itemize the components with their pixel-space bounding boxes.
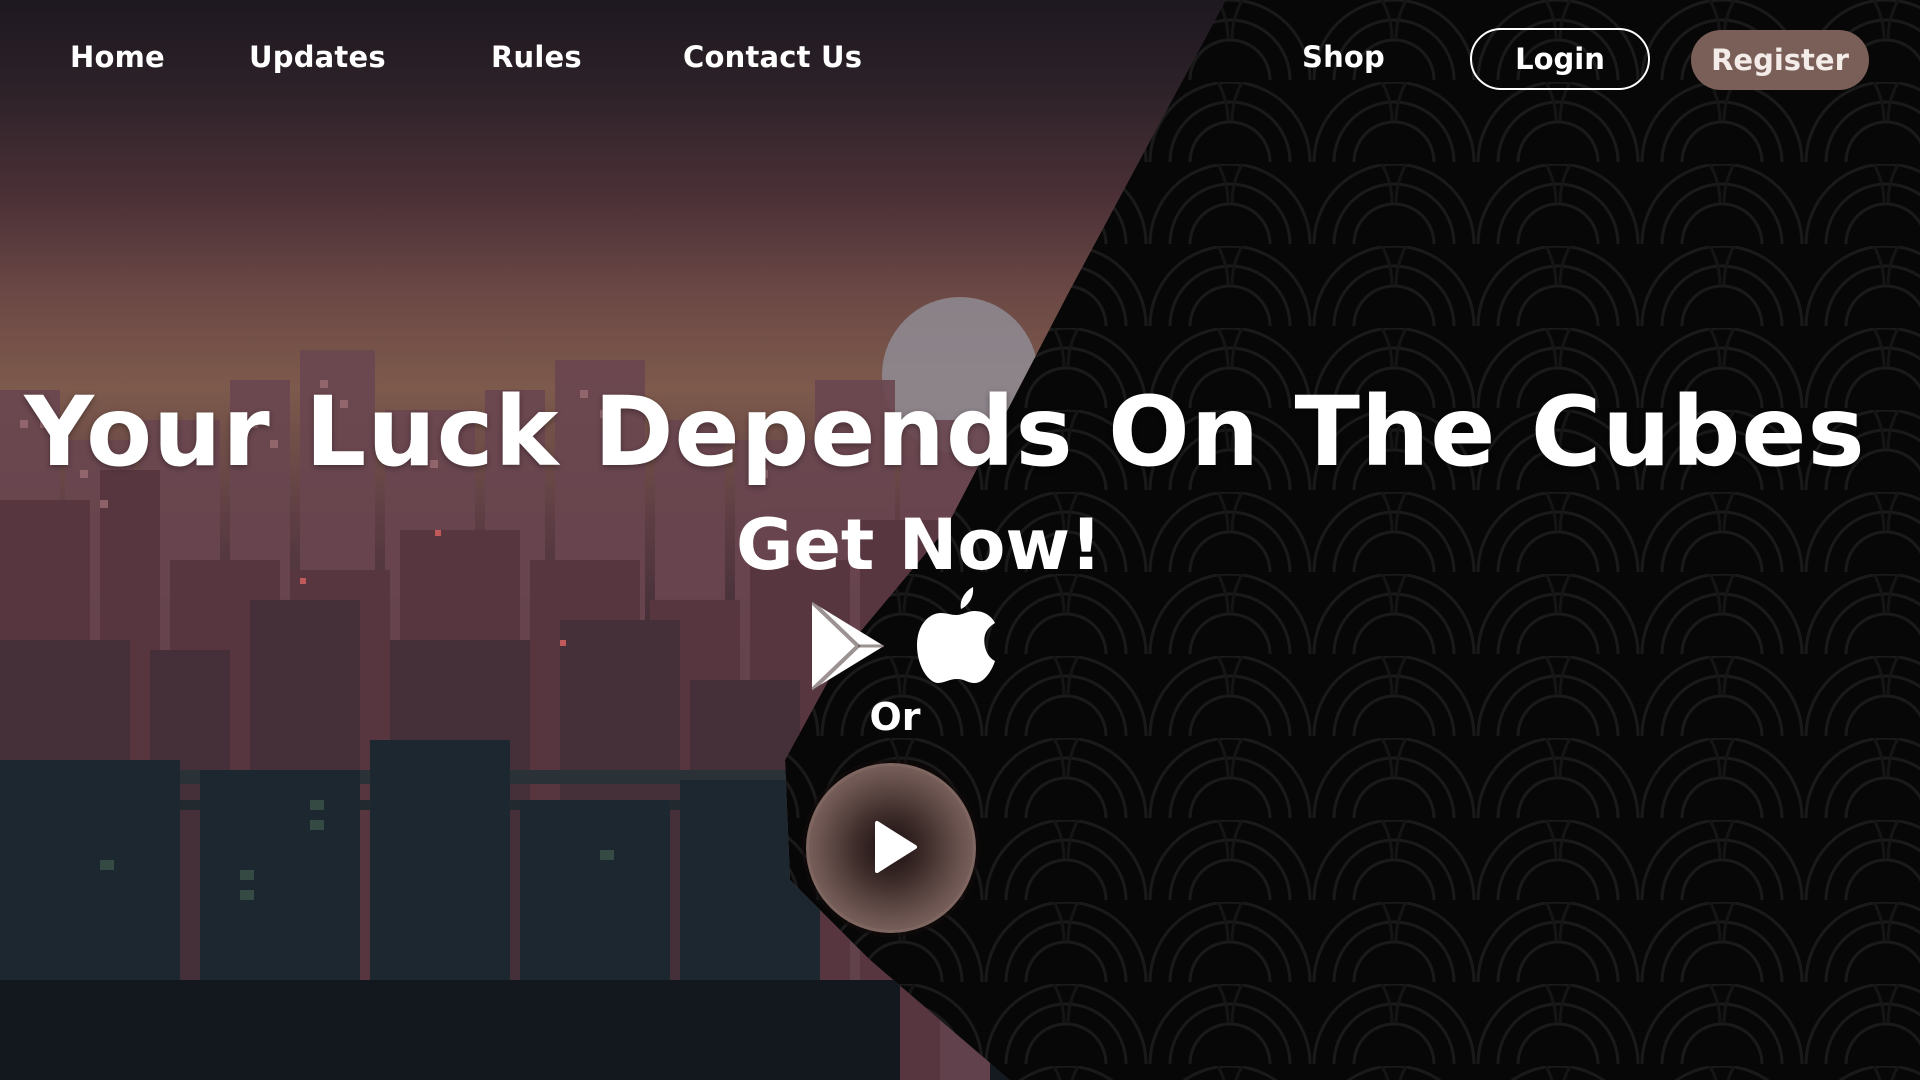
nav-rules-link[interactable]: Rules — [491, 40, 582, 74]
hero-subtitle: Get Now! — [735, 504, 1103, 586]
play-video-button[interactable] — [806, 763, 976, 933]
hero-title: Your Luck Depends On The Cubes — [24, 376, 1866, 488]
google-play-icon[interactable] — [808, 598, 888, 694]
or-label: Or — [869, 695, 921, 739]
nav-contact-link[interactable]: Contact Us — [683, 40, 862, 74]
register-button[interactable]: Register — [1691, 30, 1869, 90]
nav-shop-link[interactable]: Shop — [1302, 40, 1385, 74]
play-icon — [875, 821, 917, 873]
apple-icon[interactable] — [915, 585, 997, 685]
hero-section: Home Updates Rules Contact Us Shop Login… — [0, 0, 1920, 1080]
nav-home-link[interactable]: Home — [70, 40, 165, 74]
nav-updates-link[interactable]: Updates — [249, 40, 386, 74]
login-button[interactable]: Login — [1470, 28, 1650, 90]
